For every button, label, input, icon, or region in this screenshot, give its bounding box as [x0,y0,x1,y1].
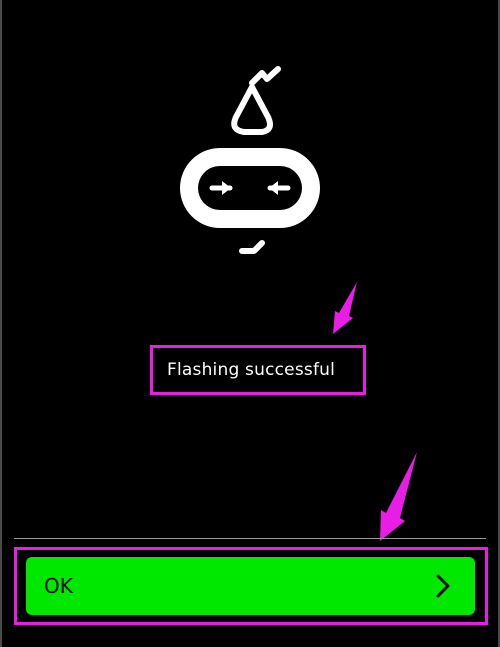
chevron-right-icon [436,574,450,598]
status-message: Flashing successful [167,360,336,380]
arrow-to-ok-button-icon [380,452,417,541]
status-message-box: Flashing successful [150,345,366,395]
arrow-to-message-icon [333,282,357,334]
microbit-mascot-icon [180,66,320,254]
footer-divider [14,538,486,539]
ok-button-label: OK [44,574,73,598]
left-border [0,0,2,647]
ok-button[interactable]: OK [26,557,475,615]
flashing-result-screen: Flashing successful OK [0,0,500,647]
